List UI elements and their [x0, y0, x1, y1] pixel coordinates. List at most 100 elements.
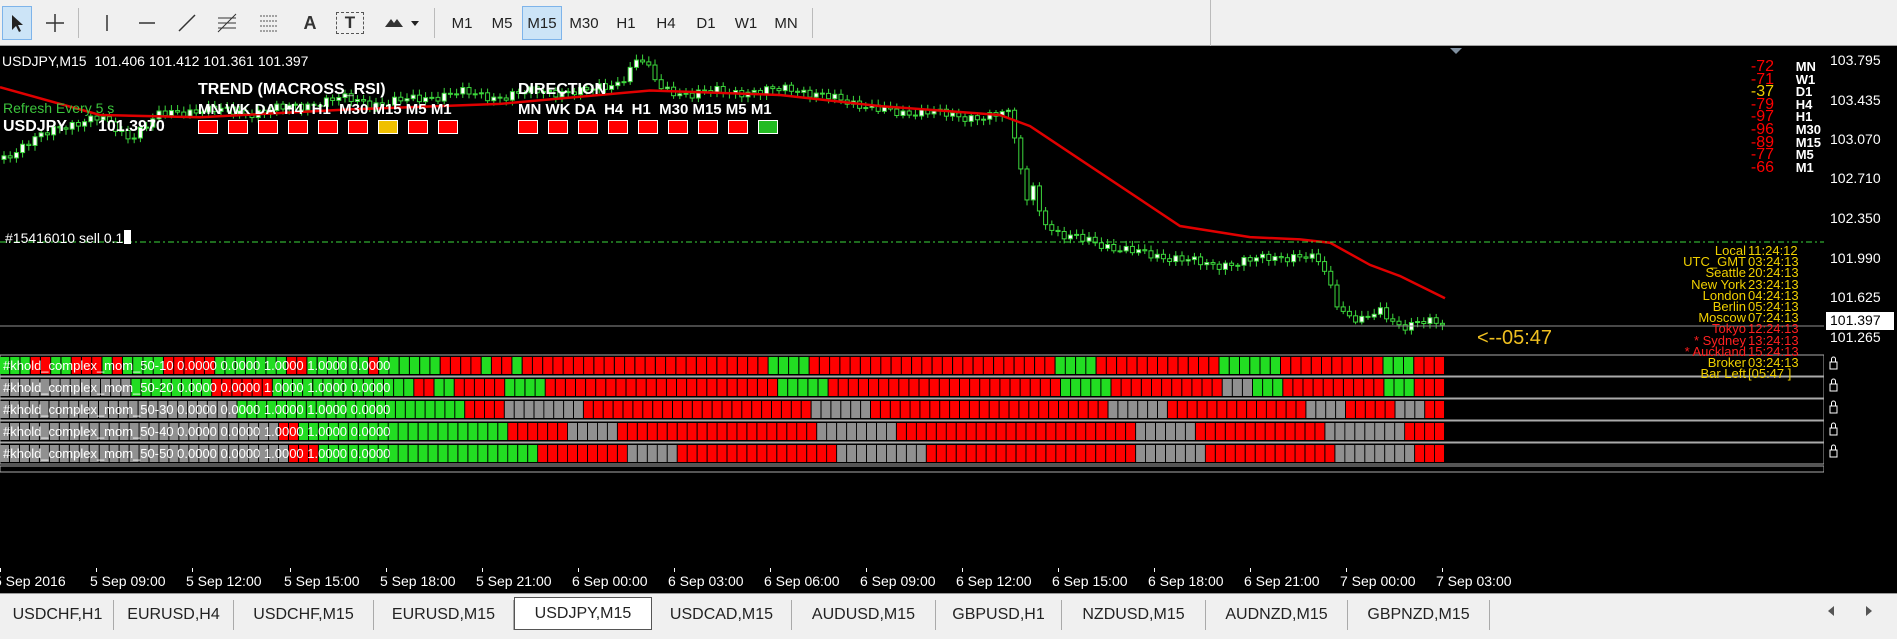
indicator-label-3: #khold_complex_mom_50-30 0.0000 0.0000 1… [3, 402, 391, 417]
fibonacci-icon[interactable] [212, 6, 242, 40]
chart-tab[interactable]: USDCHF,M15 [234, 600, 374, 630]
chart-shift-marker [1450, 48, 1462, 54]
signal-box [548, 120, 568, 134]
time-tick: 6 Sep 18:00 [1148, 573, 1224, 589]
time-tick: 5 Sep 12:00 [186, 573, 262, 589]
timeframe-m1[interactable]: M1 [442, 6, 482, 40]
clock-label: Bar Left [1700, 366, 1746, 382]
chart-area[interactable]: USDJPY,M15 101.406 101.412 101.361 101.3… [0, 46, 1824, 570]
time-tick: 6 Sep 06:00 [764, 573, 840, 589]
time-tick: 5 Sep 21:00 [476, 573, 552, 589]
signal-box [638, 120, 658, 134]
signal-box [228, 120, 248, 134]
lock-icon[interactable] [1829, 356, 1838, 370]
time-tick: 5 Sep 09:00 [90, 573, 166, 589]
timeframe-mn[interactable]: MN [766, 6, 806, 40]
order-marker [124, 230, 131, 244]
rsi-timeframes: MN W1 D1 H4 H1 M30 M15 M5 M1 [1795, 60, 1821, 175]
signal-box [258, 120, 278, 134]
signal-box [698, 120, 718, 134]
order-label[interactable]: #15416010 sell 0.1 [5, 230, 123, 246]
chart-tab[interactable]: AUDUSD,M15 [792, 600, 936, 630]
timeframe-m15[interactable]: M15 [522, 6, 562, 40]
time-tick: 5 Sep 2016 [0, 573, 66, 589]
text-label-icon[interactable]: T [336, 12, 364, 34]
timeframe-h4[interactable]: H4 [646, 6, 686, 40]
signal-box [288, 120, 308, 134]
clock-labels: Local UTC_GMT Seattle New York London Berlin M… [1596, 244, 1746, 382]
chart-header: USDJPY,M15 101.406 101.412 101.361 101.3… [2, 53, 309, 69]
signal-box [758, 120, 778, 134]
time-tick: 6 Sep 09:00 [860, 573, 936, 589]
countdown-label: <--05:47 [1477, 327, 1553, 349]
time-tick: 7 Sep 00:00 [1340, 573, 1416, 589]
horizontal-line-icon[interactable] [132, 6, 162, 40]
signal-box [438, 120, 458, 134]
clock-time: [05:47 ] [1748, 366, 1792, 382]
lock-icon[interactable] [1829, 422, 1838, 436]
channel-icon[interactable] [254, 6, 284, 40]
signal-box [318, 120, 338, 134]
indicator-label-2: #khold_complex_mom_50-20 0.0000 0.0000 1… [3, 380, 391, 395]
time-tick: 6 Sep 12:00 [956, 573, 1032, 589]
signal-box [728, 120, 748, 134]
time-tick: 5 Sep 18:00 [380, 573, 456, 589]
clock-times: 11:24:12 03:24:13 20:24:13 23:24:13 04:24:13… [1748, 244, 1799, 382]
signal-box [408, 120, 428, 134]
time-tick: 6 Sep 00:00 [572, 573, 648, 589]
indicator-label-1: #khold_complex_mom_50-10 0.0000 0.0000 1… [3, 358, 391, 373]
tab-scroll-left-icon[interactable] [1825, 604, 1837, 618]
indicator-label-5: #khold_complex_mom_50-50 0.0000 0.0000 1… [3, 446, 391, 461]
vertical-line-icon[interactable] [92, 6, 122, 40]
time-tick: 6 Sep 15:00 [1052, 573, 1128, 589]
chart-tab[interactable]: GBPNZD,M15 [1348, 600, 1490, 630]
symbol-price: 101.3970 [98, 118, 165, 135]
lock-icon[interactable] [1829, 378, 1838, 392]
price-axis: 103.795 103.435 103.070 102.710 102.350 … [1824, 46, 1897, 570]
lock-icon[interactable] [1829, 400, 1838, 414]
signal-box [348, 120, 368, 134]
time-tick: 7 Sep 03:00 [1436, 573, 1512, 589]
signal-box [378, 120, 398, 134]
cursor-icon[interactable] [2, 6, 32, 40]
time-tick: 5 Sep 15:00 [284, 573, 360, 589]
subwindow-bottom [0, 465, 1824, 473]
refresh-label: Refresh Every 5 s [3, 100, 115, 116]
lock-icon[interactable] [1829, 444, 1838, 458]
rsi-panel: -72 -71 -37 -79 -97 -96 -89 -77 -66 [1750, 59, 1774, 176]
chart-tab[interactable]: NZDUSD,M15 [1062, 600, 1206, 630]
crosshair-icon[interactable] [40, 6, 70, 40]
signal-box [608, 120, 628, 134]
rsi-value: -66 [1750, 158, 1774, 176]
chart-tab[interactable]: AUDNZD,M15 [1206, 600, 1348, 630]
tab-scroll-right-icon[interactable] [1863, 604, 1875, 618]
chart-tab[interactable]: EURUSD,M15 [374, 600, 514, 630]
toolbar: A T M1 M5 M15 M30 H1 H4 D1 W1 MN [0, 0, 1897, 46]
arrow-tool-icon[interactable] [378, 6, 424, 40]
direction-timeframes: MN WK DA H4 H1 M30 M15 M5 M1 [518, 101, 772, 118]
indicator-lock-icons[interactable] [1824, 46, 1897, 570]
chart-tab[interactable]: USDCHF,H1 [2, 600, 114, 630]
direction-title: DIRECTION [518, 81, 606, 98]
signal-box [198, 120, 218, 134]
timeframe-w1[interactable]: W1 [726, 6, 766, 40]
trend-timeframes: MN WK DA H4 H1 M30 M15 M5 M1 [198, 101, 452, 118]
signal-box [668, 120, 688, 134]
chart-tab[interactable]: EURUSD,H4 [114, 600, 234, 630]
text-tool-icon[interactable]: A [296, 6, 324, 40]
indicator-label-4: #khold_complex_mom_50-40 0.0000 0.0000 1… [3, 424, 391, 439]
timeframe-m5[interactable]: M5 [482, 6, 522, 40]
signal-box [518, 120, 538, 134]
chart-tab[interactable]: USDJPY,M15 [514, 597, 652, 630]
chart-tab[interactable]: USDCAD,M15 [652, 600, 792, 630]
timeframe-d1[interactable]: D1 [686, 6, 726, 40]
time-tick: 6 Sep 03:00 [668, 573, 744, 589]
rsi-timeframe: M1 [1795, 159, 1814, 175]
timeframe-h1[interactable]: H1 [606, 6, 646, 40]
chart-tab[interactable]: GBPUSD,H1 [936, 600, 1062, 630]
symbol-label: USDJPY [3, 118, 68, 135]
timeframe-m30[interactable]: M30 [564, 6, 604, 40]
moving-average-line [0, 86, 1446, 300]
trendline-icon[interactable] [172, 6, 202, 40]
time-tick: 6 Sep 21:00 [1244, 573, 1320, 589]
